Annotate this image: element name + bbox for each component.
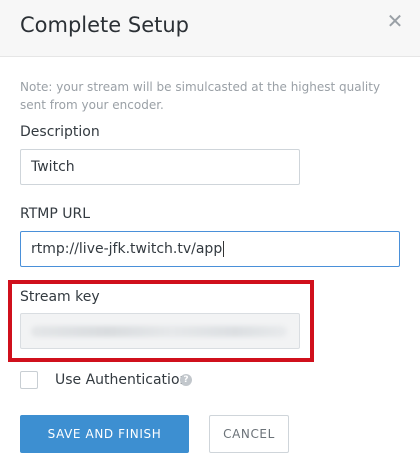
use-authentication-label: Use Authentication (55, 372, 189, 388)
text-caret (223, 241, 225, 257)
description-label: Description (20, 124, 100, 140)
stream-key-label: Stream key (20, 289, 100, 305)
description-value: Twitch (31, 159, 75, 175)
save-and-finish-button[interactable]: SAVE AND FINISH (20, 415, 189, 453)
complete-setup-modal: Complete Setup ✕ Note: your stream will … (0, 0, 420, 474)
use-authentication-checkbox[interactable] (20, 371, 38, 389)
rtmp-url-value: rtmp://live-jfk.twitch.tv/app (31, 241, 223, 257)
modal-header: Complete Setup ✕ (0, 0, 420, 57)
rtmp-url-label: RTMP URL (20, 206, 91, 222)
close-icon[interactable]: ✕ (384, 9, 406, 33)
redacted-stream-key (31, 326, 287, 337)
stream-key-input[interactable] (20, 313, 300, 349)
cancel-button[interactable]: CANCEL (209, 415, 289, 453)
description-input[interactable]: Twitch (20, 149, 300, 185)
modal-title: Complete Setup (20, 13, 190, 37)
simulcast-note: Note: your stream will be simulcasted at… (20, 80, 381, 112)
rtmp-url-input[interactable]: rtmp://live-jfk.twitch.tv/app (20, 231, 400, 267)
help-icon[interactable]: ? (180, 374, 192, 386)
